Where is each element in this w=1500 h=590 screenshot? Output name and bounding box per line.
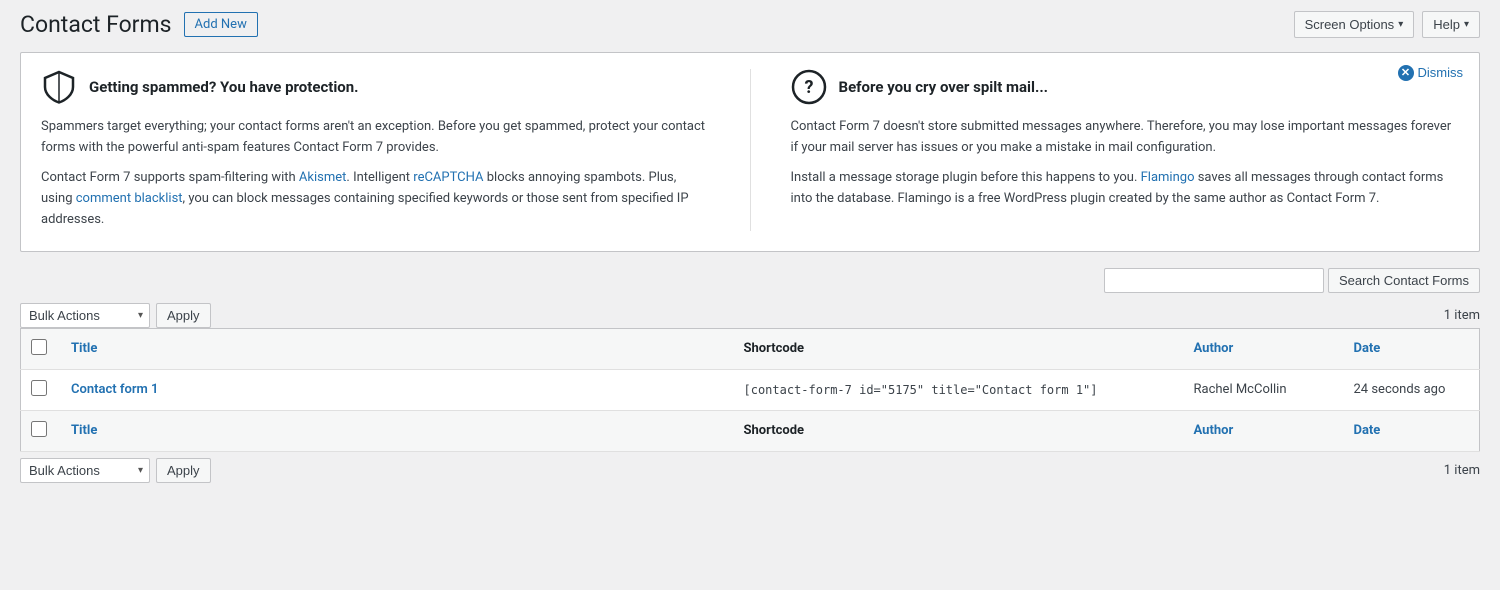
notice-col2-body: Contact Form 7 doesn't store submitted m…	[791, 117, 1460, 210]
row-author-cell: Rachel McCollin	[1180, 369, 1340, 410]
col-author-header: Author	[1180, 328, 1340, 369]
flamingo-link[interactable]: Flamingo	[1141, 170, 1195, 185]
notice-col1-body: Spammers target everything; your contact…	[41, 117, 710, 231]
apply-button-top[interactable]: Apply	[156, 303, 211, 328]
notice-col1-heading: Getting spammed? You have protection.	[41, 69, 710, 105]
question-icon: ?	[791, 69, 827, 105]
date-sort-link-bottom[interactable]: Date	[1354, 423, 1381, 438]
table-header-row: Title Shortcode Author Date	[21, 328, 1480, 369]
select-all-checkbox-bottom[interactable]	[31, 421, 47, 437]
bulk-actions-select-bottom[interactable]: Bulk Actions	[20, 458, 150, 483]
col-title-footer: Title	[57, 410, 730, 451]
tablenav-bottom-right: 1 item	[1444, 463, 1480, 478]
title-sort-link-bottom[interactable]: Title	[71, 423, 97, 438]
search-area: Search Contact Forms	[1104, 268, 1480, 293]
tablenav-top-right: 1 item	[1444, 308, 1480, 323]
comment-blacklist-link[interactable]: comment blacklist	[76, 191, 183, 206]
recaptcha-link[interactable]: reCAPTCHA	[413, 170, 483, 185]
bulk-actions-wrapper-bottom: Bulk Actions ▾	[20, 458, 150, 483]
help-chevron-icon: ▾	[1464, 19, 1469, 30]
tablenav-bottom: Bulk Actions ▾ Apply 1 item	[20, 458, 1480, 483]
col-date-footer: Date	[1340, 410, 1480, 451]
col-check-header	[21, 328, 58, 369]
col-title-header: Title	[57, 328, 730, 369]
svg-text:?: ?	[804, 77, 813, 98]
notice-columns: Getting spammed? You have protection. Sp…	[41, 69, 1459, 231]
search-input[interactable]	[1104, 268, 1324, 293]
col-author-footer: Author	[1180, 410, 1340, 451]
table-foot: Title Shortcode Author Date	[21, 410, 1480, 451]
table-body: Contact form 1 [contact-form-7 id="5175"…	[21, 369, 1480, 410]
page-title: Contact Forms	[20, 10, 172, 40]
screen-options-label: Screen Options	[1305, 17, 1395, 32]
dismiss-button[interactable]: ✕ Dismiss	[1398, 65, 1464, 81]
row-title-cell: Contact form 1	[57, 369, 730, 410]
shield-icon	[41, 69, 77, 105]
title-sort-link[interactable]: Title	[71, 341, 97, 356]
col-shortcode-header: Shortcode	[730, 328, 1180, 369]
author-sort-link-bottom[interactable]: Author	[1194, 423, 1234, 438]
notice-col2-heading: ? Before you cry over spilt mail...	[791, 69, 1460, 105]
tablenav-top-left: Bulk Actions ▾ Apply	[20, 303, 211, 328]
help-label: Help	[1433, 17, 1460, 32]
notice-col1-para1: Spammers target everything; your contact…	[41, 117, 710, 159]
screen-options-chevron-icon: ▾	[1398, 19, 1403, 30]
row-shortcode-cell: [contact-form-7 id="5175" title="Contact…	[730, 369, 1180, 410]
table-head: Title Shortcode Author Date	[21, 328, 1480, 369]
date-sort-link[interactable]: Date	[1354, 341, 1381, 356]
tablenav-bottom-left: Bulk Actions ▾ Apply	[20, 458, 211, 483]
contact-form-title-link[interactable]: Contact form 1	[71, 382, 158, 397]
header-right: Screen Options ▾ Help ▾	[1294, 11, 1480, 38]
screen-options-button[interactable]: Screen Options ▾	[1294, 11, 1415, 38]
item-count-bottom: 1 item	[1444, 463, 1480, 478]
search-contact-forms-button[interactable]: Search Contact Forms	[1328, 268, 1480, 293]
notice-col-spam: Getting spammed? You have protection. Sp…	[41, 69, 710, 231]
dismiss-icon: ✕	[1398, 65, 1414, 81]
help-button[interactable]: Help ▾	[1422, 11, 1480, 38]
item-count-top: 1 item	[1444, 308, 1480, 323]
notice-col1-para2: Contact Form 7 supports spam-filtering w…	[41, 168, 710, 230]
notice-box: ✕ Dismiss Getting spammed? You have prot…	[20, 52, 1480, 252]
table-footer-row: Title Shortcode Author Date	[21, 410, 1480, 451]
col-date-header: Date	[1340, 328, 1480, 369]
notice-col2-para1: Contact Form 7 doesn't store submitted m…	[791, 117, 1460, 159]
header-left: Contact Forms Add New	[20, 10, 258, 40]
select-all-checkbox-top[interactable]	[31, 339, 47, 355]
notice-col-mail: ? Before you cry over spilt mail... Cont…	[791, 69, 1460, 231]
row-checkbox-cell	[21, 369, 58, 410]
table-row: Contact form 1 [contact-form-7 id="5175"…	[21, 369, 1480, 410]
dismiss-label: Dismiss	[1418, 65, 1464, 80]
notice-divider	[750, 69, 751, 231]
page-header: Contact Forms Add New Screen Options ▾ H…	[20, 10, 1480, 40]
row-checkbox[interactable]	[31, 380, 47, 396]
notice-col2-para2: Install a message storage plugin before …	[791, 168, 1460, 210]
col-shortcode-footer: Shortcode	[730, 410, 1180, 451]
notice-col2-heading-text: Before you cry over spilt mail...	[839, 78, 1049, 96]
row-date-cell: 24 seconds ago	[1340, 369, 1480, 410]
add-new-button[interactable]: Add New	[184, 12, 258, 37]
col-check-footer	[21, 410, 58, 451]
bulk-actions-select-top[interactable]: Bulk Actions	[20, 303, 150, 328]
tablenav-top: Bulk Actions ▾ Apply 1 item	[20, 303, 1480, 328]
akismet-link[interactable]: Akismet	[299, 170, 347, 185]
apply-button-bottom[interactable]: Apply	[156, 458, 211, 483]
contact-forms-table: Title Shortcode Author Date Contact form…	[20, 328, 1480, 452]
notice-col1-heading-text: Getting spammed? You have protection.	[89, 78, 359, 96]
author-sort-link[interactable]: Author	[1194, 341, 1234, 356]
bulk-actions-wrapper-top: Bulk Actions ▾	[20, 303, 150, 328]
